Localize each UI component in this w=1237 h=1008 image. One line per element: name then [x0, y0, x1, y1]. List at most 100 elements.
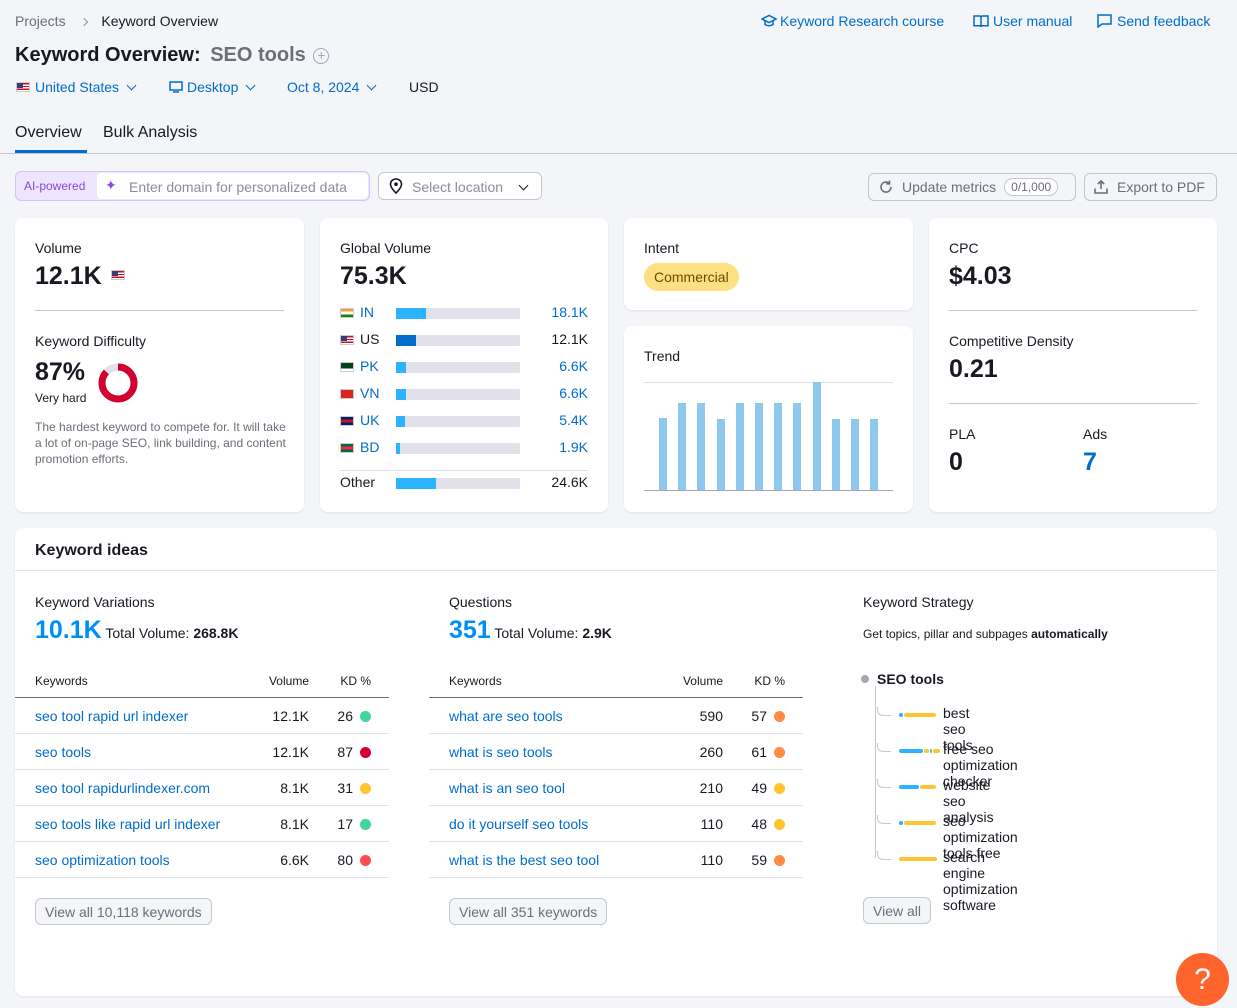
- table-row: do it yourself seo tools 110 48: [429, 806, 803, 842]
- keyword-kd: 17: [337, 816, 353, 832]
- country-value[interactable]: 6.6K: [559, 358, 588, 374]
- send-feedback-link[interactable]: Send feedback: [1097, 13, 1210, 29]
- questions-count[interactable]: 351: [449, 616, 491, 644]
- page-title: Keyword Overview: SEO tools +: [15, 44, 330, 67]
- strategy-item[interactable]: search engine optimization software: [943, 849, 1018, 913]
- kd-dot-icon: [774, 747, 785, 758]
- intent-label: Intent: [644, 240, 680, 256]
- keyword-link[interactable]: what is seo tools: [449, 744, 553, 760]
- country-code[interactable]: VN: [360, 385, 379, 401]
- trend-bar: [659, 417, 667, 490]
- country-code[interactable]: UK: [360, 412, 379, 428]
- density-value: 0.21: [949, 355, 998, 383]
- strategy-connector: [877, 851, 891, 860]
- volume-number: 12.1K: [35, 262, 102, 290]
- country-bar-fill: [396, 308, 426, 319]
- volume-divider: [35, 310, 284, 311]
- strategy-metric-bar: [930, 749, 932, 753]
- trend-bar: [870, 418, 879, 490]
- questions-summary: 351 Total Volume: 2.9K: [449, 616, 612, 645]
- pla-value: 0: [949, 448, 963, 476]
- country-bar: [396, 389, 520, 400]
- keyword-link[interactable]: do it yourself seo tools: [449, 816, 588, 832]
- ads-value[interactable]: 7: [1083, 448, 1097, 477]
- variations-count[interactable]: 10.1K: [35, 616, 102, 644]
- variations-summary: 10.1K Total Volume: 268.8K: [35, 616, 238, 645]
- country-other-value: 24.6K: [551, 474, 588, 490]
- keyword-kd: 49: [751, 780, 767, 796]
- intent-card: Intent Commercial: [624, 218, 913, 310]
- breadcrumb-projects[interactable]: Projects: [15, 13, 66, 29]
- graduation-cap-icon: [760, 14, 778, 27]
- feedback-link-label: Send feedback: [1117, 13, 1211, 29]
- volume-card: Volume 12.1K Keyword Difficulty 87% Very…: [15, 218, 304, 512]
- domain-input[interactable]: ✦ Enter domain for personalized data: [97, 173, 368, 199]
- kd-dot-icon: [360, 855, 371, 866]
- keyword-link[interactable]: seo tool rapid url indexer: [35, 708, 188, 724]
- device-select[interactable]: Desktop: [169, 79, 256, 95]
- table-row: seo tool rapidurlindexer.com 8.1K 31: [15, 770, 389, 806]
- refresh-icon: [880, 180, 892, 193]
- column-kd[interactable]: KD %: [340, 674, 371, 688]
- keyword-link[interactable]: what is an seo tool: [449, 780, 565, 796]
- keyword-link[interactable]: seo tools like rapid url indexer: [35, 816, 220, 832]
- date-select[interactable]: Oct 8, 2024: [287, 79, 377, 95]
- country-value[interactable]: 5.4K: [559, 412, 588, 428]
- cpc-card: CPC $4.03 Competitive Density 0.21 PLA 0…: [929, 218, 1217, 512]
- country-bar-fill: [396, 389, 406, 400]
- breadcrumb: Projects Keyword Overview: [15, 13, 218, 29]
- keyword-link[interactable]: what is the best seo tool: [449, 852, 599, 868]
- export-pdf-button[interactable]: Export to PDF: [1084, 173, 1217, 201]
- country-value[interactable]: 6.6K: [559, 385, 588, 401]
- trend-bar: [851, 418, 859, 490]
- country-value[interactable]: 1.9K: [559, 439, 588, 455]
- trend-bar: [735, 402, 744, 490]
- user-manual-link[interactable]: User manual: [973, 13, 1072, 29]
- keyword-link[interactable]: seo tools: [35, 744, 91, 760]
- keyword-kd: 80: [337, 852, 353, 868]
- tab-overview[interactable]: Overview: [15, 124, 82, 142]
- kd-dot-icon: [774, 711, 785, 722]
- kd-dot-icon: [774, 855, 785, 866]
- view-all-questions-button[interactable]: View all 351 keywords: [449, 898, 608, 925]
- pla-label: PLA: [949, 426, 976, 442]
- location-pin-icon: [389, 178, 403, 194]
- desktop-icon: [169, 81, 183, 93]
- update-metrics-button[interactable]: Update metrics 0/1,000: [868, 173, 1076, 201]
- view-all-variations-button[interactable]: View all 10,118 keywords: [35, 898, 212, 925]
- table-row: seo tool rapid url indexer 12.1K 26: [15, 698, 389, 734]
- column-kd[interactable]: KD %: [754, 674, 785, 688]
- keyword-link[interactable]: seo optimization tools: [35, 852, 170, 868]
- keyword-link[interactable]: seo tool rapidurlindexer.com: [35, 780, 210, 796]
- tab-bulk-analysis[interactable]: Bulk Analysis: [103, 124, 197, 142]
- country-value[interactable]: 18.1K: [551, 304, 588, 320]
- country-value: 12.1K: [551, 331, 588, 347]
- column-volume[interactable]: Volume: [683, 674, 723, 688]
- strategy-tree-line: [875, 686, 876, 858]
- view-all-strategy-button[interactable]: View all: [863, 897, 931, 924]
- chevron-down-icon: [366, 80, 377, 91]
- trend-bar: [812, 382, 821, 490]
- table-row: what is seo tools 260 61: [429, 734, 803, 770]
- add-circle-icon[interactable]: +: [313, 48, 330, 64]
- update-metrics-count: 0/1,000: [1004, 178, 1059, 196]
- course-link-label: Keyword Research course: [780, 13, 945, 29]
- strategy-metric-bar: [933, 749, 940, 753]
- keyword-research-course-link[interactable]: Keyword Research course: [760, 13, 945, 29]
- country-code[interactable]: PK: [360, 358, 379, 374]
- country-bar: [396, 335, 520, 346]
- keyword-link[interactable]: what are seo tools: [449, 708, 563, 724]
- country-code[interactable]: IN: [360, 304, 374, 320]
- variations-total-label: Total Volume:: [105, 625, 190, 641]
- keyword-ideas-divider: [15, 570, 1217, 571]
- country-code[interactable]: BD: [360, 439, 379, 455]
- country-select[interactable]: United States: [16, 79, 137, 95]
- help-button[interactable]: ?: [1176, 953, 1229, 1006]
- questions-total-label: Total Volume:: [494, 625, 579, 641]
- ai-powered-badge: AI-powered: [24, 179, 86, 193]
- column-volume[interactable]: Volume: [269, 674, 309, 688]
- country-select-label: United States: [35, 79, 120, 95]
- questions-table-header: Keywords Volume KD %: [429, 666, 803, 698]
- location-select[interactable]: Select location: [378, 172, 542, 200]
- strategy-root[interactable]: SEO tools: [877, 671, 944, 687]
